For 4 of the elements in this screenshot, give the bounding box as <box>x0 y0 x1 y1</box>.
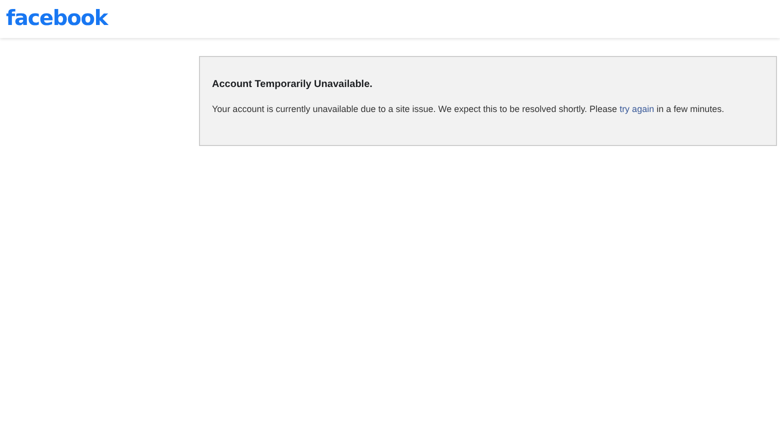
notice-message: Your account is currently unavailable due to a site issue. We expect this to be resolved shortly. Please try again in a few minutes. <box>212 103 726 116</box>
try-again-link[interactable]: try again <box>620 104 654 114</box>
logo[interactable]: facebook <box>6 6 108 30</box>
notice-title: Account Temporarily Unavailable. <box>212 78 374 92</box>
